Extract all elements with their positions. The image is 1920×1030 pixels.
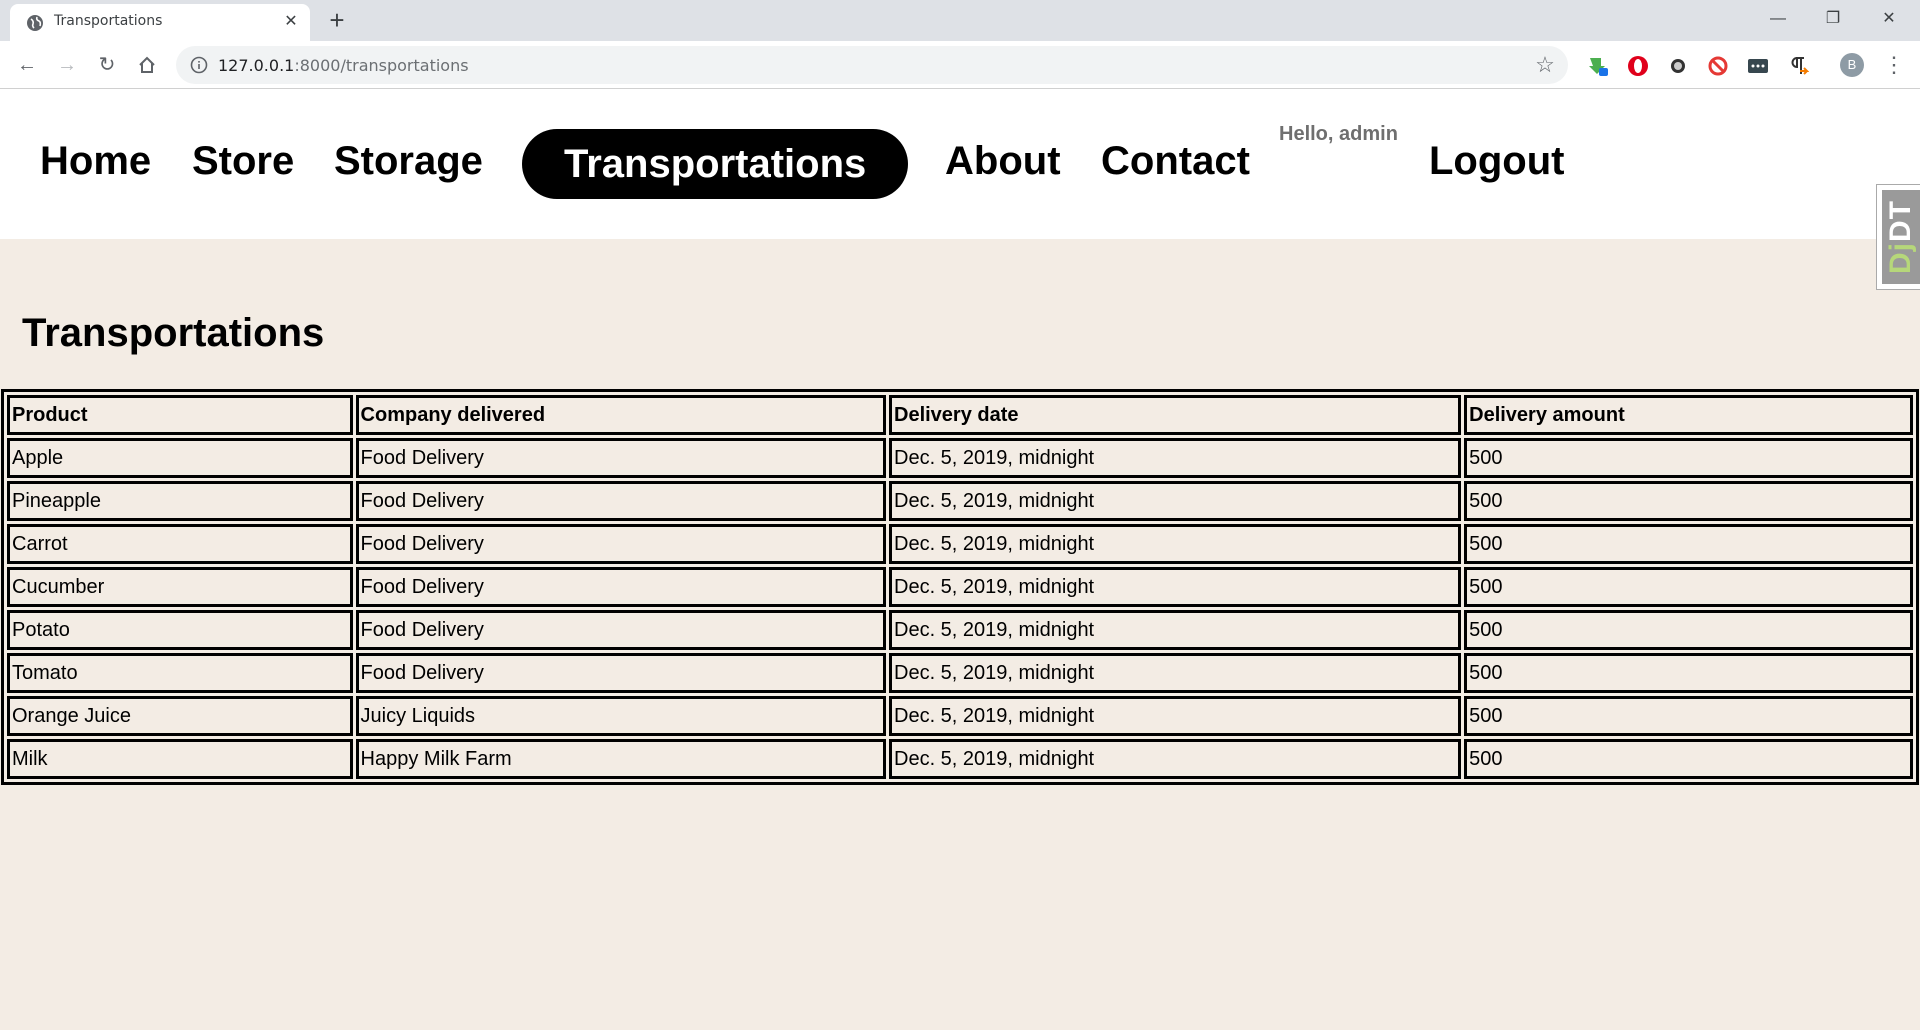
password-extension-icon[interactable] <box>1747 55 1769 77</box>
browser-menu-icon[interactable]: ⋮ <box>1882 51 1906 79</box>
nav-store-link[interactable]: Store <box>192 137 294 185</box>
table-row: Milk Happy Milk Farm Dec. 5, 2019, midni… <box>7 739 1913 779</box>
company-cell: Food Delivery <box>355 610 886 650</box>
page-body: Home Store Storage Transportations About… <box>0 89 1920 1030</box>
company-cell: Food Delivery <box>355 481 886 521</box>
amount-cell: 500 <box>1464 524 1913 564</box>
product-cell: Pineapple <box>7 481 353 521</box>
nav-contact-link[interactable]: Contact <box>1101 137 1250 185</box>
product-cell: Potato <box>7 610 353 650</box>
table-row: Apple Food Delivery Dec. 5, 2019, midnig… <box>7 438 1913 478</box>
product-cell: Milk <box>7 739 353 779</box>
home-icon[interactable] <box>133 51 161 79</box>
amount-cell: 500 <box>1464 739 1913 779</box>
reload-icon[interactable]: ↻ <box>93 51 121 79</box>
company-cell: Food Delivery <box>355 524 886 564</box>
site-navigation: Home Store Storage Transportations About… <box>0 89 1920 239</box>
table-row: Tomato Food Delivery Dec. 5, 2019, midni… <box>7 653 1913 693</box>
nav-home-link[interactable]: Home <box>40 137 151 185</box>
date-cell: Dec. 5, 2019, midnight <box>889 438 1462 478</box>
table-row: Potato Food Delivery Dec. 5, 2019, midni… <box>7 610 1913 650</box>
amount-cell: 500 <box>1464 696 1913 736</box>
table-row: Carrot Food Delivery Dec. 5, 2019, midni… <box>7 524 1913 564</box>
amount-cell: 500 <box>1464 653 1913 693</box>
product-cell: Apple <box>7 438 353 478</box>
company-cell: Food Delivery <box>355 653 886 693</box>
page-title: Transportations <box>22 311 325 355</box>
product-cell: Cucumber <box>7 567 353 607</box>
table-header-row: Product Company delivered Delivery date … <box>7 395 1913 435</box>
forward-arrow-icon[interactable]: → <box>53 51 81 79</box>
date-cell: Dec. 5, 2019, midnight <box>889 524 1462 564</box>
restore-button[interactable]: ❐ <box>1810 4 1856 34</box>
info-icon[interactable] <box>190 56 208 74</box>
paragraph-extension-icon[interactable] <box>1787 55 1809 77</box>
column-header-product: Product <box>7 395 353 435</box>
product-cell: Tomato <box>7 653 353 693</box>
browser-tab[interactable]: Transportations ✕ <box>10 4 310 41</box>
table-row: Cucumber Food Delivery Dec. 5, 2019, mid… <box>7 567 1913 607</box>
profile-avatar[interactable]: B <box>1840 53 1864 77</box>
date-cell: Dec. 5, 2019, midnight <box>889 567 1462 607</box>
column-header-delivery-amount: Delivery amount <box>1464 395 1913 435</box>
circle-extension-icon[interactable] <box>1667 55 1689 77</box>
table-row: Pineapple Food Delivery Dec. 5, 2019, mi… <box>7 481 1913 521</box>
bookmark-star-icon[interactable]: ☆ <box>1534 54 1556 76</box>
minimize-button[interactable]: — <box>1755 4 1801 34</box>
opera-extension-icon[interactable] <box>1627 55 1649 77</box>
amount-cell: 500 <box>1464 567 1913 607</box>
transportations-table: Product Company delivered Delivery date … <box>1 389 1919 785</box>
amount-cell: 500 <box>1464 610 1913 650</box>
table-row: Orange Juice Juicy Liquids Dec. 5, 2019,… <box>7 696 1913 736</box>
globe-icon <box>27 15 43 31</box>
date-cell: Dec. 5, 2019, midnight <box>889 696 1462 736</box>
nav-transportations-link[interactable]: Transportations <box>522 129 909 199</box>
date-cell: Dec. 5, 2019, midnight <box>889 653 1462 693</box>
browser-toolbar: ← → ↻ 127.0.0.1:8000/transportations ☆ B… <box>0 41 1920 89</box>
date-cell: Dec. 5, 2019, midnight <box>889 739 1462 779</box>
product-cell: Orange Juice <box>7 696 353 736</box>
company-cell: Food Delivery <box>355 567 886 607</box>
amount-cell: 500 <box>1464 438 1913 478</box>
browser-tab-strip: Transportations ✕ + — ❐ ✕ <box>0 0 1920 41</box>
company-cell: Food Delivery <box>355 438 886 478</box>
close-window-button[interactable]: ✕ <box>1866 4 1912 34</box>
column-header-delivery-date: Delivery date <box>889 395 1462 435</box>
block-extension-icon[interactable] <box>1707 55 1729 77</box>
nav-logout-link[interactable]: Logout <box>1429 137 1565 185</box>
debug-toolbar-logo: DjDT <box>1884 200 1917 274</box>
column-header-company: Company delivered <box>355 395 886 435</box>
nav-storage-link[interactable]: Storage <box>334 137 483 185</box>
nav-about-link[interactable]: About <box>945 137 1061 185</box>
tab-close-icon[interactable]: ✕ <box>282 13 300 31</box>
company-cell: Juicy Liquids <box>355 696 886 736</box>
company-cell: Happy Milk Farm <box>355 739 886 779</box>
date-cell: Dec. 5, 2019, midnight <box>889 610 1462 650</box>
url-text: 127.0.0.1:8000/transportations <box>218 56 469 75</box>
new-tab-button[interactable]: + <box>324 7 350 34</box>
amount-cell: 500 <box>1464 481 1913 521</box>
date-cell: Dec. 5, 2019, midnight <box>889 481 1462 521</box>
back-arrow-icon[interactable]: ← <box>13 51 41 79</box>
user-greeting: Hello, admin <box>1279 123 1398 145</box>
tab-title: Transportations <box>54 13 163 29</box>
extension-download-icon[interactable] <box>1587 55 1609 77</box>
address-bar[interactable]: 127.0.0.1:8000/transportations ☆ <box>176 46 1568 84</box>
product-cell: Carrot <box>7 524 353 564</box>
debug-toolbar-handle[interactable]: DjDT <box>1876 184 1920 290</box>
